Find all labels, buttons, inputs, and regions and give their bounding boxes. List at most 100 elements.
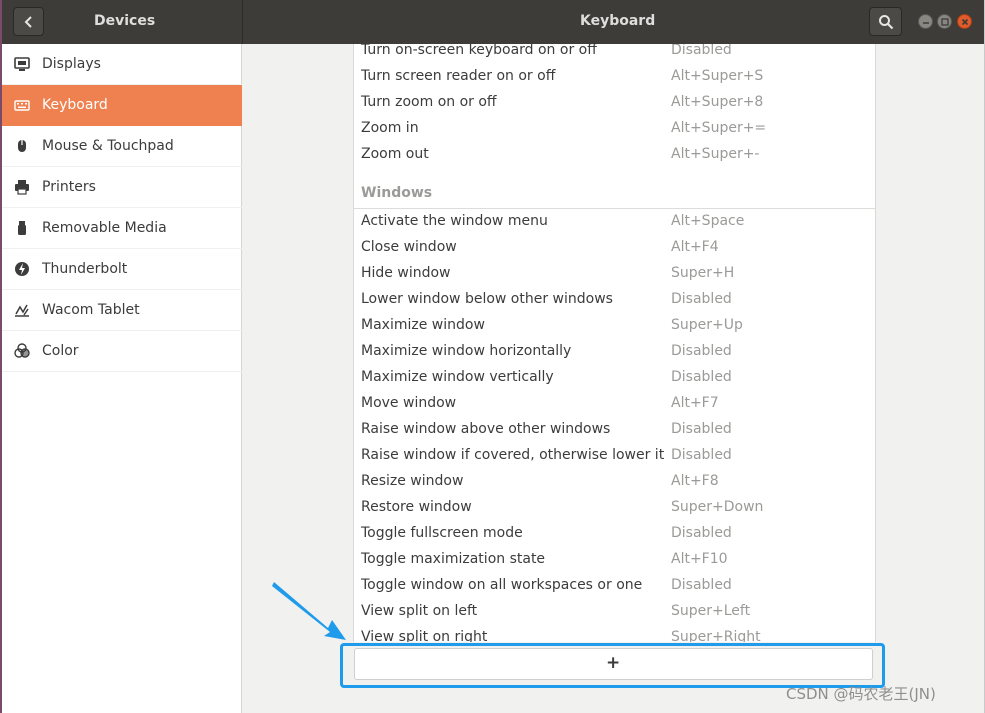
shortcut-accel: Alt+F10 [671,551,728,567]
shortcut-name: Raise window above other windows [361,421,611,437]
shortcut-name: Maximize window horizontally [361,343,572,359]
removable-media-icon [18,221,26,235]
shortcut-row[interactable]: Maximize window vertically Disabled [354,365,875,391]
sidebar-item-printers[interactable]: Printers [2,167,242,208]
shortcut-name: Turn on-screen keyboard on or off [361,44,597,58]
shortcut-name: View split on left [361,603,478,619]
shortcut-accel: Super+Left [671,603,751,619]
shortcut-row[interactable]: Raise window if covered, otherwise lower… [354,443,875,469]
sidebar-item-color[interactable]: Color [2,331,242,372]
sidebar: Displays Keyboard Mouse & Touchpad Print… [2,44,242,713]
shortcut-accel: Disabled [671,343,732,359]
display-icon [14,57,30,71]
main-content: Turn on-screen keyboard on or off Disabl… [243,44,983,713]
shortcut-row[interactable]: Zoom in Alt+Super+= [354,116,875,142]
shortcut-row[interactable]: Resize window Alt+F8 [354,469,875,495]
shortcut-accel: Super+Up [671,317,743,333]
sidebar-item-label: Printers [42,179,96,195]
shortcut-accel: Alt+F4 [671,239,719,255]
shortcut-row[interactable]: Turn screen reader on or off Alt+Super+S [354,64,875,90]
shortcut-row[interactable]: Activate the window menu Alt+Space [354,209,875,235]
shortcut-name: Move window [361,395,457,411]
tablet-icon [15,304,29,317]
chevron-left-icon [24,16,32,28]
shortcut-row[interactable]: Toggle maximization state Alt+F10 [354,547,875,573]
shortcut-row[interactable]: View split on right Super+Right [354,625,875,642]
color-icon [14,343,30,358]
shortcut-name: Activate the window menu [361,213,548,229]
shortcut-accel: Disabled [671,447,732,463]
maximize-button[interactable] [937,14,952,29]
shortcut-name: View split on right [361,629,488,642]
shortcut-name: Zoom out [361,146,429,162]
sidebar-item-thunderbolt[interactable]: Thunderbolt [2,249,242,290]
shortcut-row[interactable]: Move window Alt+F7 [354,391,875,417]
shortcut-row[interactable]: Maximize window Super+Up [354,313,875,339]
panel-title: Devices [94,13,156,29]
shortcut-accel: Alt+Super+- [671,146,760,162]
sidebar-item-label: Keyboard [42,97,108,113]
shortcut-name: Resize window [361,473,464,489]
shortcut-accel: Alt+Space [671,213,745,229]
shortcut-row[interactable]: View split on left Super+Left [354,599,875,625]
shortcut-accel: Alt+Super+= [671,120,767,136]
sidebar-item-label: Wacom Tablet [42,302,140,318]
header-left: Devices [2,0,243,44]
search-button[interactable] [869,7,902,36]
shortcut-name: Toggle maximization state [361,551,546,567]
shortcut-row[interactable]: Lower window below other windows Disable… [354,287,875,313]
shortcut-name: Close window [361,239,457,255]
shortcut-name: Restore window [361,499,472,515]
shortcut-name: Raise window if covered, otherwise lower… [361,447,665,463]
sidebar-item-removable-media[interactable]: Removable Media [2,208,242,249]
shortcut-accel: Disabled [671,421,732,437]
shortcut-row[interactable]: Zoom out Alt+Super+- [354,142,875,168]
close-button[interactable] [957,14,972,29]
section-header-windows: Windows [354,178,875,209]
shortcut-accel: Super+H [671,265,735,281]
shortcut-name: Maximize window vertically [361,369,554,385]
shortcut-accel: Alt+Super+S [671,68,764,84]
sidebar-item-displays[interactable]: Displays [2,44,242,85]
shortcut-row[interactable]: Raise window above other windows Disable… [354,417,875,443]
sidebar-item-keyboard[interactable]: Keyboard [2,85,242,126]
shortcut-name: Turn zoom on or off [361,94,497,110]
shortcut-row[interactable]: Restore window Super+Down [354,495,875,521]
watermark: CSDN @码农老王(JN) [786,685,936,703]
shortcut-row[interactable]: Turn zoom on or off Alt+Super+8 [354,90,875,116]
shortcut-row[interactable]: Close window Alt+F4 [354,235,875,261]
arrow-annotation-icon [272,582,346,640]
shortcut-name: Zoom in [361,120,419,136]
back-button[interactable] [13,7,44,36]
maximize-icon [941,18,949,26]
shortcut-row[interactable]: Toggle fullscreen mode Disabled [354,521,875,547]
header-bar: Devices Keyboard [0,0,985,44]
close-icon [961,18,969,26]
sidebar-item-wacom-tablet[interactable]: Wacom Tablet [2,290,242,331]
shortcut-accel: Alt+F7 [671,395,719,411]
sidebar-item-mouse-touchpad[interactable]: Mouse & Touchpad [2,126,242,167]
shortcut-accel: Disabled [671,525,732,541]
sidebar-item-label: Displays [42,56,101,72]
shortcut-accel: Disabled [671,577,732,593]
highlight-box [340,643,885,688]
shortcut-row[interactable]: Hide window Super+H [354,261,875,287]
shortcut-row[interactable]: Toggle window on all workspaces or one D… [354,573,875,599]
shortcut-name: Toggle window on all workspaces or one [361,577,643,593]
printer-icon [15,180,29,195]
sidebar-item-label: Color [42,343,79,359]
shortcut-accel: Disabled [671,291,732,307]
shortcut-name: Hide window [361,265,451,281]
shortcut-row[interactable]: Maximize window horizontally Disabled [354,339,875,365]
shortcut-name: Toggle fullscreen mode [361,525,523,541]
shortcut-list: Turn on-screen keyboard on or off Disabl… [353,44,876,642]
sidebar-item-label: Removable Media [42,220,167,236]
window-title: Keyboard [580,13,656,29]
shortcut-accel: Alt+Super+8 [671,94,764,110]
shortcut-row[interactable]: Turn on-screen keyboard on or off Disabl… [354,44,875,64]
sidebar-item-label: Thunderbolt [42,261,128,277]
section-title: Windows [361,185,433,201]
shortcut-accel: Alt+F8 [671,473,719,489]
minimize-button[interactable] [918,14,933,29]
shortcut-accel: Super+Down [671,499,764,515]
